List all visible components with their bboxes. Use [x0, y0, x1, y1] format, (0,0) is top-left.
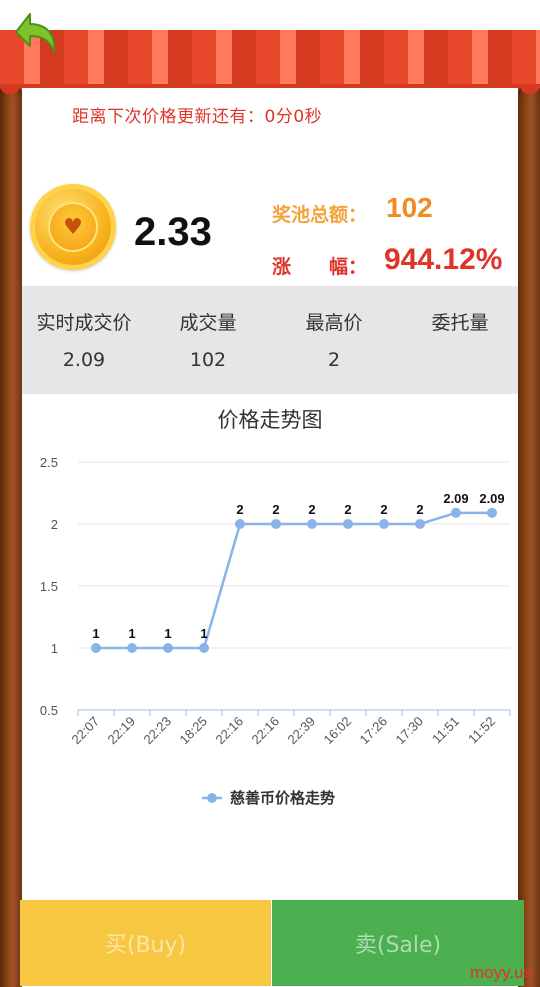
x-tick-label: 22:16	[249, 714, 283, 748]
stat-label: 最高价	[305, 312, 363, 334]
back-arrow-icon[interactable]	[6, 6, 62, 58]
data-point	[163, 643, 173, 653]
y-tick-label: 2	[51, 517, 58, 532]
chart-title: 价格走势图	[217, 408, 323, 432]
data-label: 2.09	[479, 491, 504, 506]
data-label: 1	[200, 626, 207, 641]
stat-high-price: 最高价 2	[272, 308, 396, 371]
change-label: 涨 幅：	[272, 256, 368, 278]
x-tick-label: 22:16	[213, 714, 247, 748]
data-label: 1	[128, 626, 135, 641]
data-label: 2.09	[443, 491, 468, 506]
wood-frame-right	[518, 70, 540, 987]
y-tick-label: 0.5	[40, 703, 58, 718]
heart-icon: ♥	[63, 215, 83, 240]
data-point	[451, 507, 461, 518]
x-tick-label: 16:02	[321, 714, 355, 748]
pool-total-label: 奖池总额：	[272, 204, 368, 226]
wood-frame-left	[0, 70, 22, 987]
stat-label: 实时成交价	[36, 312, 132, 334]
pool-total-value: 102	[386, 192, 433, 223]
data-point	[91, 643, 101, 653]
current-price: 2.33	[134, 210, 212, 254]
data-point	[487, 507, 497, 518]
y-tick-label: 1	[51, 641, 58, 656]
data-point	[199, 643, 209, 653]
data-label: 2	[272, 502, 279, 517]
data-point	[307, 519, 317, 529]
awning-decoration	[0, 30, 540, 98]
stat-realtime-price: 实时成交价 2.09	[22, 308, 146, 371]
price-trend-chart: 0.511.522.522:07 22:19 22:23 18:25 22:16 22:1…	[40, 455, 511, 807]
data-label: 1	[92, 626, 99, 641]
main-panel: 距离下次价格更新还有：0分0秒 ♥ 2.33 奖池总额： 102 涨 幅： 94…	[20, 88, 524, 987]
data-label: 2	[416, 502, 423, 517]
buy-button[interactable]: 买(Buy)	[20, 900, 271, 986]
data-label: 2	[308, 502, 315, 517]
stat-value: 2	[327, 349, 341, 371]
x-tick-label: 22:07	[69, 714, 103, 748]
x-tick-label: 22:39	[285, 714, 319, 748]
x-tick-label: 11:51	[429, 714, 462, 747]
data-point	[379, 519, 389, 529]
x-tick-label: 18:25	[177, 714, 211, 748]
stat-value: 2.09	[62, 349, 106, 371]
series-line	[96, 511, 492, 650]
data-point	[271, 519, 281, 529]
legend-marker	[207, 793, 217, 803]
change-value: 944.12%	[384, 243, 503, 276]
data-point	[343, 519, 353, 529]
stat-value: 102	[189, 349, 227, 371]
stat-orders: 委托量	[398, 308, 522, 349]
stats-bar: 实时成交价 2.09 成交量 102 最高价 2 委托量	[22, 286, 518, 394]
data-point	[235, 519, 245, 529]
legend-label: 慈善币价格走势	[230, 789, 335, 807]
x-tick-label: 17:26	[357, 714, 391, 748]
y-tick-label: 2.5	[40, 455, 58, 470]
price-update-countdown: 距离下次价格更新还有：0分0秒	[72, 107, 323, 127]
stat-label: 成交量	[179, 312, 237, 334]
y-tick-label: 1.5	[40, 579, 58, 594]
data-label: 2	[380, 502, 387, 517]
x-tick-label: 17:30	[393, 714, 427, 748]
data-label: 2	[344, 502, 351, 517]
x-tick-label: 11:52	[465, 714, 498, 747]
x-tick-label: 22:23	[141, 714, 175, 748]
data-label: 1	[164, 626, 171, 641]
watermark: moyy.us	[469, 963, 532, 982]
coin-icon: ♥	[30, 184, 116, 270]
data-point	[415, 519, 425, 529]
stat-label: 委托量	[431, 312, 489, 334]
data-label: 2	[236, 502, 243, 517]
data-point	[127, 643, 137, 653]
stat-volume: 成交量 102	[146, 308, 270, 371]
x-tick-label: 22:19	[105, 714, 139, 748]
